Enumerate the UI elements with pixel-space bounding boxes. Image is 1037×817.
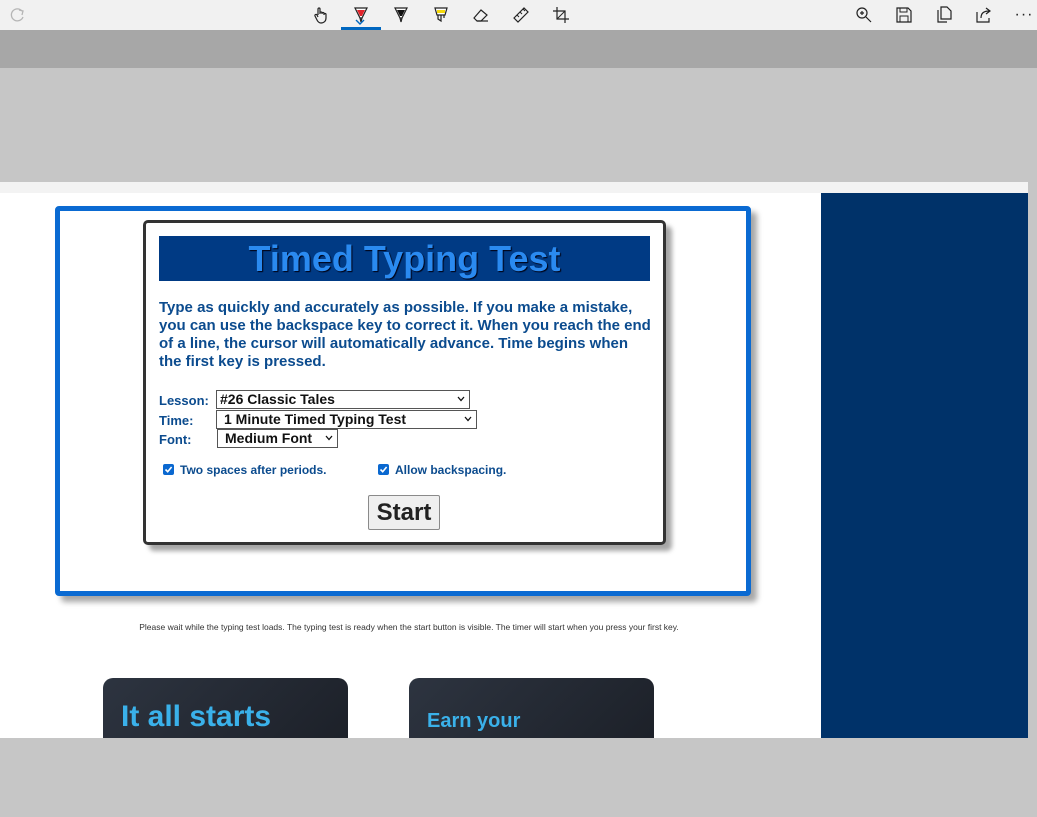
save-icon[interactable] [889,0,919,30]
chevron-down-icon [457,396,465,402]
start-button[interactable]: Start [368,495,440,530]
more-icon[interactable]: ··· [1009,0,1037,30]
allow-backspace-label: Allow backspacing. [395,463,507,477]
font-select-value: Medium Font [225,430,313,446]
right-sidebar [821,193,1028,738]
annotation-toolbar: ··· [0,0,1037,30]
time-select[interactable]: 1 Minute Timed Typing Test [216,410,477,429]
eraser-icon[interactable] [466,0,496,30]
canvas-margin [0,68,1037,182]
typing-test-card: Timed Typing Test Type as quickly and ac… [143,220,666,545]
two-spaces-checkbox[interactable] [163,464,174,475]
lesson-select-value: #26 Classic Tales [220,391,335,407]
chevron-down-icon[interactable] [355,18,365,26]
test-instructions: Type as quickly and accurately as possib… [159,299,651,370]
lesson-label: Lesson: [159,393,209,408]
redo-icon[interactable] [3,0,33,30]
font-label: Font: [159,432,192,447]
font-select[interactable]: Medium Font [217,429,338,448]
copy-icon[interactable] [929,0,959,30]
ruler-icon[interactable] [506,0,536,30]
page-title: Timed Typing Test [159,236,650,281]
crop-icon[interactable] [546,0,576,30]
loading-note: Please wait while the typing test loads.… [139,622,679,632]
promo-card-starts[interactable]: It all starts [103,678,348,738]
checkmark-icon [379,466,388,473]
page-top-strip [0,182,1028,193]
zoom-icon[interactable] [849,0,879,30]
chevron-down-icon [464,416,472,422]
promo-card-earn[interactable]: Earn your [409,678,654,738]
checkmark-icon [164,466,173,473]
two-spaces-label: Two spaces after periods. [180,463,327,477]
pencil-icon[interactable] [386,0,416,30]
highlighter-icon[interactable] [426,0,456,30]
ink-toolbar-band [0,30,1037,68]
promo-heading: Earn your [427,710,521,732]
lesson-select[interactable]: #26 Classic Tales [216,390,470,409]
time-select-value: 1 Minute Timed Typing Test [224,411,407,427]
touch-writing-icon[interactable] [306,0,336,30]
time-label: Time: [159,413,194,428]
webpage-capture: Timed Typing Test Type as quickly and ac… [0,182,1028,738]
typing-test-frame: Timed Typing Test Type as quickly and ac… [55,206,751,596]
chevron-down-icon [325,435,333,441]
promo-heading: It all starts [121,700,272,733]
allow-backspace-checkbox[interactable] [378,464,389,475]
share-icon[interactable] [969,0,999,30]
